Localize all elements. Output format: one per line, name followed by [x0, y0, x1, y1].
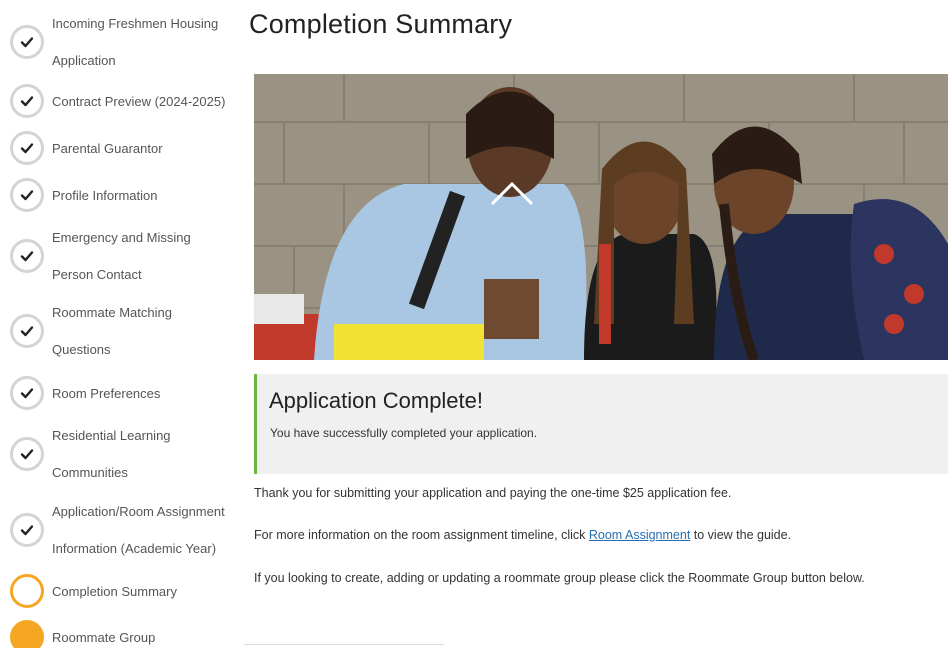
success-panel: Application Complete! You have successfu… [254, 374, 948, 474]
step-label: Contract Preview (2024-2025) [52, 94, 226, 109]
step-label: Residential Learning [52, 428, 171, 443]
step-roommate-group[interactable]: Roommate Group [0, 619, 245, 648]
students-photo-illustration [254, 74, 948, 360]
step-parental-guarantor[interactable]: Parental Guarantor [0, 130, 245, 167]
room-assignment-info: For more information on the room assignm… [254, 528, 791, 542]
room-assignment-info-before: For more information on the room assignm… [254, 528, 589, 542]
step-contract-preview[interactable]: Contract Preview (2024-2025) [0, 83, 245, 120]
step-label: Completion Summary [52, 584, 177, 599]
ring-icon [10, 574, 44, 608]
step-residential-learning-communities[interactable]: Residential Learning Communities [0, 417, 245, 491]
step-label-line2: Information (Academic Year) [52, 541, 217, 556]
panel-text: You have successfully completed your app… [270, 426, 538, 440]
step-label: Incoming Freshmen Housing [52, 16, 219, 31]
step-label: Roommate Matching [52, 305, 172, 320]
check-icon [10, 178, 44, 212]
check-icon [10, 314, 44, 348]
step-room-preferences[interactable]: Room Preferences [0, 375, 245, 412]
step-label-line2: Communities [52, 465, 128, 480]
step-label: Profile Information [52, 188, 158, 203]
step-label-line2: Person Contact [52, 267, 142, 282]
check-icon [10, 437, 44, 471]
page-title: Completion Summary [249, 9, 513, 39]
check-icon [10, 376, 44, 410]
panel-title: Application Complete! [269, 388, 484, 413]
check-icon [10, 84, 44, 118]
check-icon [10, 25, 44, 59]
step-application-room-assignment-information[interactable]: Application/Room Assignment Information … [0, 493, 245, 567]
step-label: Emergency and Missing [52, 230, 191, 245]
roommate-group-info: If you looking to create, adding or upda… [254, 571, 865, 585]
step-profile-information[interactable]: Profile Information [0, 177, 245, 214]
room-assignment-link[interactable]: Room Assignment [589, 528, 690, 542]
step-completion-summary[interactable]: Completion Summary [0, 573, 245, 610]
step-incoming-freshmen-housing-application[interactable]: Incoming Freshmen Housing Application [0, 5, 245, 79]
step-label-line2: Application [52, 53, 116, 68]
room-assignment-info-after: to view the guide. [690, 528, 792, 542]
check-icon [10, 131, 44, 165]
filled-circle-icon [10, 620, 44, 648]
progress-sidebar: Incoming Freshmen Housing Application Co… [0, 0, 245, 648]
step-emergency-contact[interactable]: Emergency and Missing Person Contact [0, 219, 245, 293]
divider [244, 644, 444, 645]
step-label: Parental Guarantor [52, 141, 163, 156]
hero-photo [254, 74, 948, 360]
step-label-line2: Questions [52, 342, 111, 357]
thank-you-text: Thank you for submitting your applicatio… [254, 486, 732, 500]
step-roommate-matching-questions[interactable]: Roommate Matching Questions [0, 294, 245, 368]
step-label: Room Preferences [52, 386, 161, 401]
check-icon [10, 239, 44, 273]
step-label: Roommate Group [52, 630, 156, 645]
check-icon [10, 513, 44, 547]
step-label: Application/Room Assignment [52, 504, 225, 519]
